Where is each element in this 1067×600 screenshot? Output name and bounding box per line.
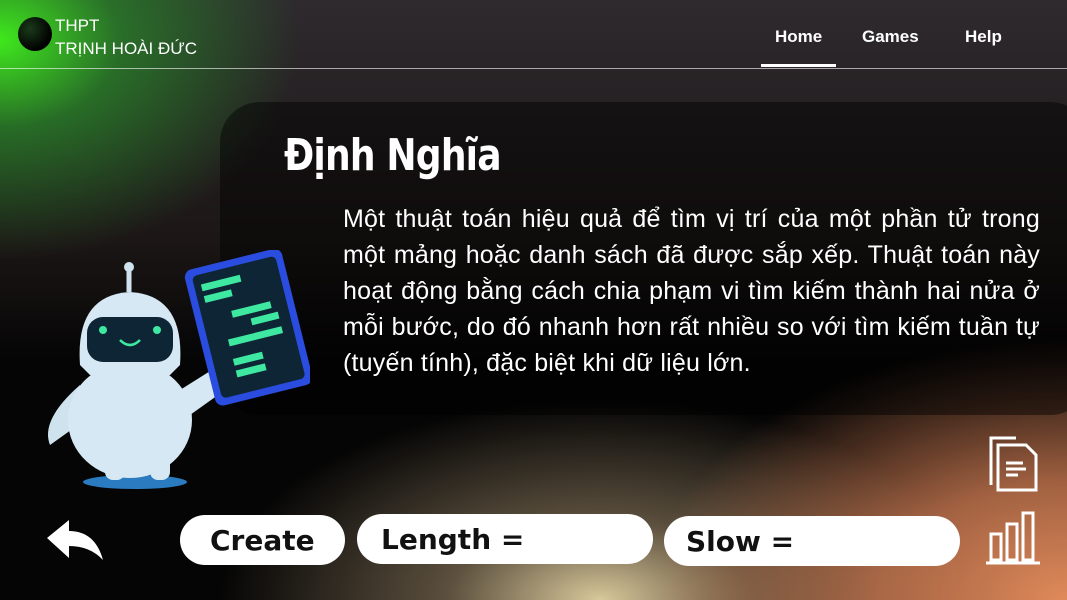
logo-line2: TRỊNH HOÀI ĐỨC [55,39,198,58]
definition-text: Một thuật toán hiệu quả để tìm vị trí củ… [343,205,1040,377]
nav-help[interactable]: Help [965,27,1002,47]
document-icon[interactable] [988,435,1038,493]
nav-games[interactable]: Games [862,27,919,47]
logo-line1: THPT [55,16,100,35]
logo-icon [18,17,52,51]
slow-input[interactable] [802,527,960,555]
nav-home[interactable]: Home [760,27,837,67]
header: THPT TRỊNH HOÀI ĐỨC Home Games Help [0,0,1067,69]
slow-label: Slow = [686,524,795,558]
bar-chart-icon[interactable] [985,510,1041,566]
robot-illustration [48,250,310,489]
back-arrow-icon[interactable] [45,518,105,563]
create-button[interactable]: Create [180,515,345,565]
slow-field[interactable]: Slow = [664,516,960,566]
length-field[interactable]: Length = [357,514,653,564]
logo-text[interactable]: THPT TRỊNH HOÀI ĐỨC [55,14,197,60]
length-input[interactable] [532,525,653,553]
length-label: Length = [381,522,525,556]
page-title: Định Nghĩa [284,130,502,181]
